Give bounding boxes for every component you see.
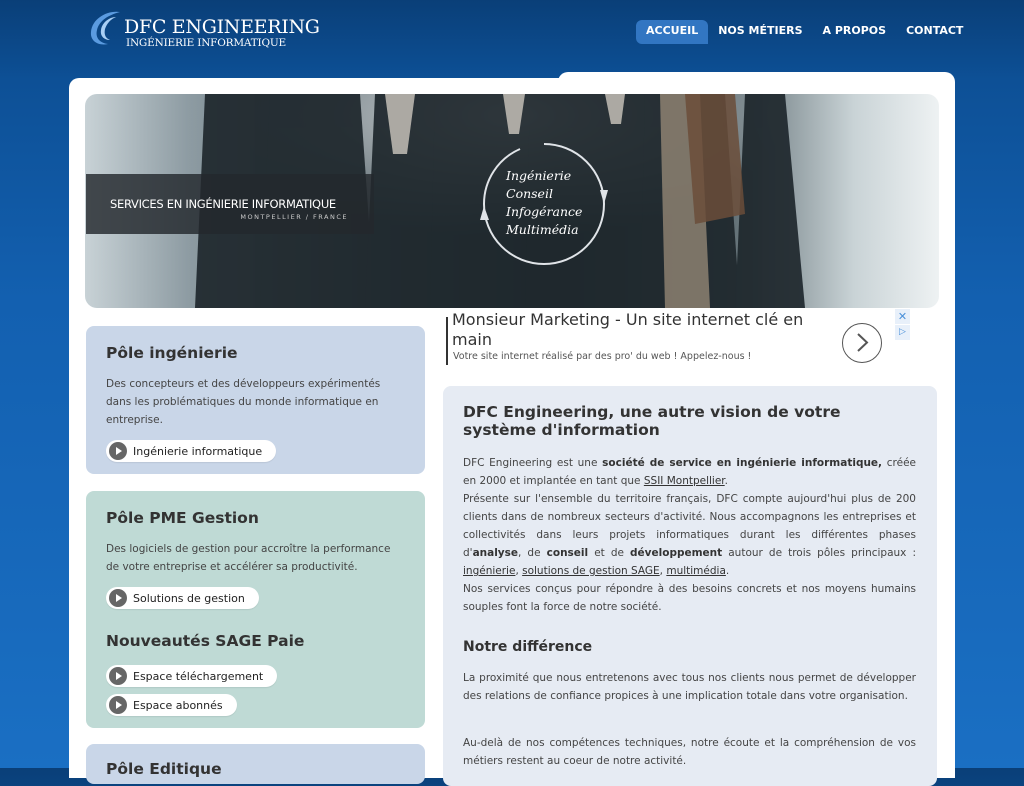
- ingenierie-informatique-label: Ingénierie informatique: [133, 444, 263, 458]
- text: .: [724, 475, 729, 487]
- logo-swirl-icon: [90, 11, 120, 45]
- page-title: DFC Engineering, une autre vision de vot…: [463, 403, 841, 439]
- bold-text: développement: [630, 547, 723, 559]
- circle-word-multimedia: Multimédia: [506, 222, 579, 237]
- nouveautes-sage-paie-title: Nouveautés SAGE Paie: [106, 632, 305, 650]
- ingenierie-informatique-link[interactable]: Ingénierie informatique: [106, 440, 277, 462]
- banner-caption-location: MONTPELLIER / FRANCE: [240, 213, 348, 221]
- site-logo[interactable]: DFC ENGINEERING INGÉNIERIE INFORMATIQUE: [86, 8, 320, 52]
- arrow-right-icon: [109, 442, 127, 460]
- pole-editique-title: Pôle Editique: [106, 760, 222, 778]
- bold-text: analyse: [472, 547, 519, 559]
- nav-item-nos-metiers[interactable]: NOS MÉTIERS: [708, 20, 812, 44]
- nav-item-accueil[interactable]: ACCUEIL: [636, 20, 709, 44]
- bold-text: conseil: [546, 547, 589, 559]
- nav-item-a-propos[interactable]: A PROPOS: [813, 20, 897, 44]
- difference-paragraph-2: Au-delà de nos compétences techniques, n…: [463, 737, 916, 767]
- ad-text: Votre site internet réalisé par des pro'…: [453, 351, 752, 362]
- ad-close-icon[interactable]: ✕: [895, 309, 910, 324]
- arrow-right-icon: [109, 696, 127, 714]
- brand-tagline: INGÉNIERIE INFORMATIQUE: [126, 37, 287, 49]
- chevron-right-icon: [857, 333, 869, 352]
- bold-text: société de service en ingénierie informa…: [602, 457, 883, 469]
- solutions-de-gestion-link[interactable]: Solutions de gestion: [106, 587, 259, 609]
- text: .: [725, 565, 730, 577]
- arrow-right-icon: [109, 667, 127, 685]
- adchoices-icon[interactable]: ▷: [895, 325, 910, 340]
- pole-ingenierie-title: Pôle ingénierie: [106, 344, 238, 362]
- ad-open-button[interactable]: [842, 323, 882, 363]
- pole-ingenierie-card: Pôle ingénierie Des concepteurs et des d…: [86, 326, 425, 474]
- intro-paragraph: DFC Engineering est une société de servi…: [463, 454, 916, 616]
- multimedia-link[interactable]: multimédia: [666, 565, 726, 577]
- text: Nos services conçus pour répondre à des …: [463, 583, 916, 613]
- ad-title[interactable]: Monsieur Marketing - Un site internet cl…: [452, 310, 832, 350]
- pole-ingenierie-description: Des concepteurs et des développeurs expé…: [106, 378, 381, 426]
- brand-name: DFC ENGINEERING: [124, 16, 320, 38]
- banner-caption-title: SERVICES EN INGÉNIERIE INFORMATIQUE: [110, 197, 336, 211]
- notre-difference-heading: Notre différence: [463, 639, 593, 655]
- ad-banner[interactable]: Monsieur Marketing - Un site internet cl…: [446, 309, 912, 367]
- espace-telechargement-label: Espace téléchargement: [133, 669, 264, 683]
- arrow-right-icon: [109, 589, 127, 607]
- pole-pme-gestion-card: Pôle PME Gestion Des logiciels de gestio…: [86, 491, 425, 728]
- espace-abonnes-label: Espace abonnés: [133, 698, 223, 712]
- text: DFC Engineering est une: [463, 457, 603, 469]
- pole-pme-description: Des logiciels de gestion pour accroître …: [106, 543, 391, 573]
- main-content: DFC Engineering, une autre vision de vot…: [443, 386, 937, 786]
- services-circle: Ingénierie Conseil Infogérance Multimédi…: [480, 140, 608, 268]
- circle-word-infogerance: Infogérance: [506, 204, 583, 219]
- banner-caption: SERVICES EN INGÉNIERIE INFORMATIQUE MONT…: [86, 174, 374, 234]
- circle-word-conseil: Conseil: [506, 186, 553, 201]
- ingenierie-link[interactable]: ingénierie: [463, 565, 515, 577]
- espace-abonnes-link[interactable]: Espace abonnés: [106, 694, 237, 716]
- solutions-de-gestion-label: Solutions de gestion: [133, 591, 245, 605]
- espace-telechargement-link[interactable]: Espace téléchargement: [106, 665, 278, 687]
- main-nav: ACCUEIL NOS MÉTIERS A PROPOS CONTACT: [636, 20, 973, 44]
- ssii-montpellier-link[interactable]: SSII Montpellier: [644, 475, 725, 487]
- text: et de: [588, 547, 631, 559]
- pole-pme-title: Pôle PME Gestion: [106, 509, 259, 527]
- ad-accent-bar: [446, 317, 448, 365]
- circle-word-ingenierie: Ingénierie: [506, 168, 572, 183]
- text: , de: [518, 547, 547, 559]
- difference-paragraph-1: La proximité que nous entretenons avec t…: [463, 672, 916, 702]
- pole-editique-card: Pôle Editique: [86, 744, 425, 784]
- solutions-sage-link[interactable]: solutions de gestion SAGE: [522, 565, 660, 577]
- text: autour de trois pôles principaux :: [722, 547, 916, 559]
- nav-item-contact[interactable]: CONTACT: [896, 20, 973, 44]
